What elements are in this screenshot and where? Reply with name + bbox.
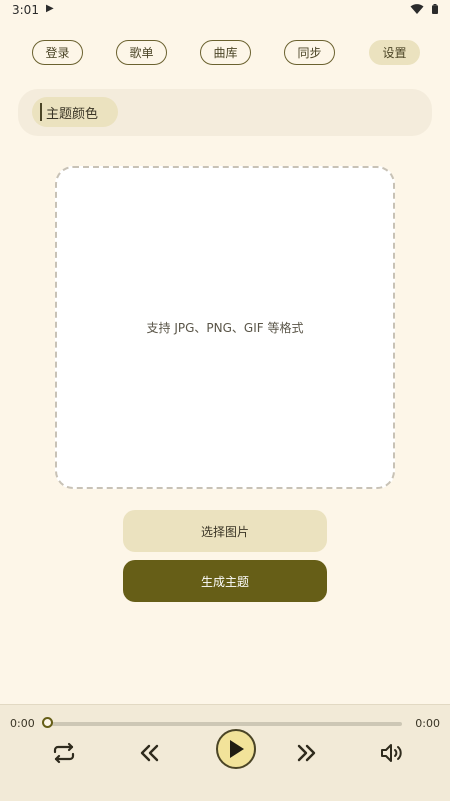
current-time: 0:00 xyxy=(10,717,35,730)
nav-login-button[interactable]: 登录 xyxy=(32,40,83,65)
status-bar: 3:01 ▶ xyxy=(0,0,450,22)
theme-color-chip[interactable]: 主题颜色 xyxy=(32,97,119,127)
theme-color-label: 主题颜色 xyxy=(46,106,99,122)
volume-icon[interactable] xyxy=(377,738,407,768)
nav-playlist-button[interactable]: 歌单 xyxy=(116,40,167,65)
repeat-icon[interactable] xyxy=(49,738,79,768)
next-icon[interactable] xyxy=(292,738,322,768)
wifi-icon xyxy=(410,3,424,18)
previous-icon[interactable] xyxy=(134,738,164,768)
status-time: 3:01 xyxy=(12,3,39,17)
progress-slider[interactable] xyxy=(42,717,402,728)
player-bar: 0:00 0:00 xyxy=(0,704,450,801)
nav-sync-button[interactable]: 同步 xyxy=(284,40,335,65)
nav-settings-button[interactable]: 设置 xyxy=(369,40,420,65)
generate-theme-button[interactable]: 生成主题 xyxy=(123,560,327,602)
nav-library-button[interactable]: 曲库 xyxy=(200,40,251,65)
select-image-button[interactable]: 选择图片 xyxy=(123,510,327,552)
media-play-status-icon: ▶ xyxy=(46,3,54,14)
upload-format-hint: 支持 JPG、PNG、GIF 等格式 xyxy=(146,321,304,335)
battery-icon xyxy=(432,4,438,14)
theme-tab-bar: 主题颜色 xyxy=(18,89,432,136)
progress-thumb[interactable] xyxy=(42,717,53,728)
selection-indicator xyxy=(40,103,42,121)
image-drop-zone[interactable]: 支持 JPG、PNG、GIF 等格式 xyxy=(55,166,395,489)
play-button[interactable] xyxy=(216,729,256,769)
total-time: 0:00 xyxy=(415,717,440,730)
top-nav: 登录 歌单 曲库 同步 设置 xyxy=(0,40,450,67)
play-icon xyxy=(230,740,244,758)
